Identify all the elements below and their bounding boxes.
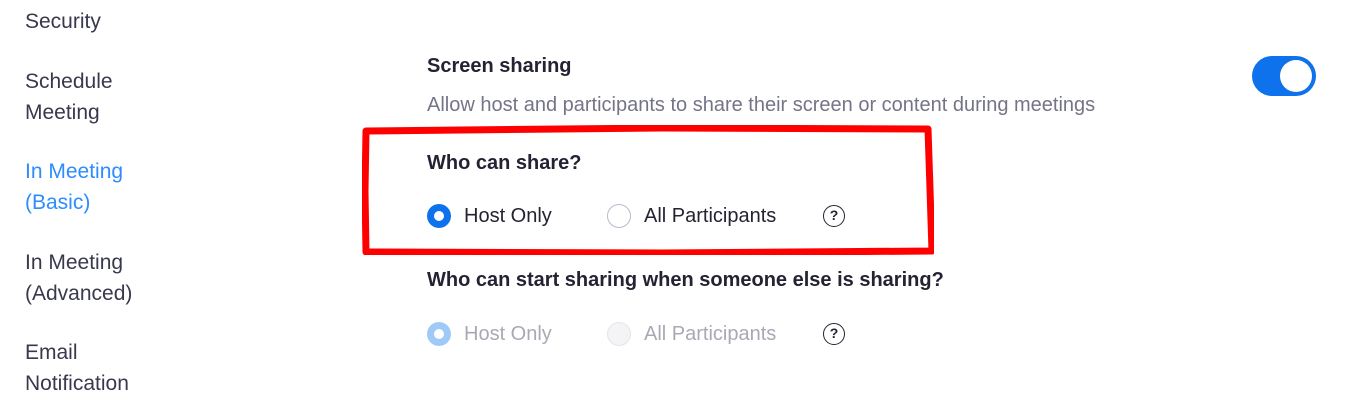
who-can-share-label: Who can share? bbox=[427, 152, 582, 174]
radio-label-all-participants: All Participants bbox=[644, 322, 777, 345]
sidebar-item-email-notification[interactable]: Email Notification bbox=[25, 337, 129, 399]
who-can-start-sharing-label: Who can start sharing when someone else … bbox=[427, 269, 944, 291]
question-circle-icon[interactable]: ? bbox=[823, 323, 845, 345]
screen-sharing-title: Screen sharing bbox=[427, 55, 572, 77]
who-can-share-options: Host Only All Participants ? bbox=[427, 201, 845, 231]
radio-unchecked-icon[interactable] bbox=[607, 322, 631, 346]
sidebar-item-in-meeting-basic[interactable]: In Meeting (Basic) bbox=[25, 156, 123, 218]
radio-host-only-disabled[interactable]: Host Only bbox=[427, 322, 607, 346]
radio-all-participants[interactable]: All Participants bbox=[607, 204, 823, 228]
radio-checked-icon[interactable] bbox=[427, 322, 451, 346]
screen-sharing-description: Allow host and participants to share the… bbox=[427, 94, 1096, 116]
radio-all-participants-disabled[interactable]: All Participants bbox=[607, 322, 823, 346]
sidebar-item-in-meeting-advanced[interactable]: In Meeting (Advanced) bbox=[25, 247, 132, 309]
sidebar-item-schedule-meeting[interactable]: Schedule Meeting bbox=[25, 66, 113, 128]
radio-checked-icon[interactable] bbox=[427, 204, 451, 228]
question-circle-icon[interactable]: ? bbox=[823, 205, 845, 227]
sidebar-item-security[interactable]: Security bbox=[25, 6, 101, 37]
radio-label-host-only: Host Only bbox=[464, 204, 552, 227]
radio-label-all-participants: All Participants bbox=[644, 204, 777, 227]
radio-label-host-only: Host Only bbox=[464, 322, 552, 345]
who-can-start-sharing-options: Host Only All Participants ? bbox=[427, 319, 845, 349]
screen-sharing-toggle[interactable] bbox=[1252, 56, 1316, 96]
red-annotation-box bbox=[362, 125, 934, 255]
toggle-knob bbox=[1280, 60, 1312, 92]
radio-unchecked-icon[interactable] bbox=[607, 204, 631, 228]
radio-host-only[interactable]: Host Only bbox=[427, 204, 607, 228]
